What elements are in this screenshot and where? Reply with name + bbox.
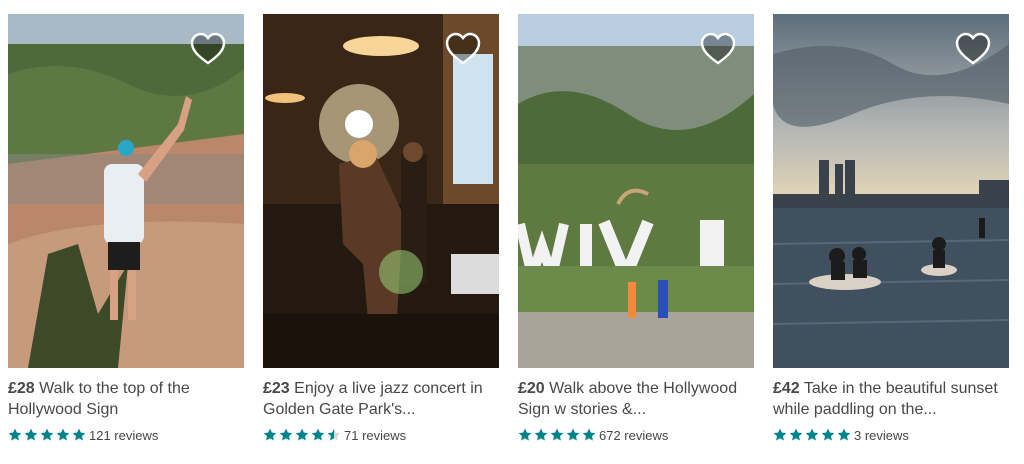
listing-card[interactable]: £23 Enjoy a live jazz concert in Golden … bbox=[263, 14, 499, 444]
listing-title-text: Walk to the top of the Hollywood Sign bbox=[8, 380, 190, 418]
favorite-heart-icon[interactable] bbox=[190, 32, 226, 66]
star-rating bbox=[773, 428, 853, 442]
star-full-icon bbox=[8, 428, 22, 441]
star-rating bbox=[518, 428, 598, 442]
listing-price: £28 bbox=[8, 380, 35, 397]
kayak-sunset-photo bbox=[773, 14, 1009, 368]
listing-price: £42 bbox=[773, 380, 800, 397]
favorite-heart-icon[interactable] bbox=[700, 32, 736, 66]
listing-rating: 672 reviews bbox=[518, 426, 754, 444]
star-full-icon bbox=[837, 428, 851, 441]
star-full-icon bbox=[582, 428, 596, 441]
listing-title[interactable]: £20 Walk above the Hollywood Sign w stor… bbox=[518, 378, 754, 420]
listing-title-text: Enjoy a live jazz concert in Golden Gate… bbox=[263, 380, 483, 418]
listing-title[interactable]: £23 Enjoy a live jazz concert in Golden … bbox=[263, 378, 499, 420]
review-count: 3 reviews bbox=[854, 427, 909, 443]
experience-listings-row: £28 Walk to the top of the Hollywood Sig… bbox=[0, 0, 1024, 464]
review-count: 672 reviews bbox=[599, 427, 669, 443]
star-full-icon bbox=[805, 428, 819, 441]
star-rating bbox=[263, 428, 343, 442]
listing-card[interactable]: £20 Walk above the Hollywood Sign w stor… bbox=[518, 14, 754, 444]
star-full-icon bbox=[550, 428, 564, 441]
star-full-icon bbox=[40, 428, 54, 441]
hiker-photo bbox=[8, 14, 244, 368]
star-full-icon bbox=[295, 428, 309, 441]
hollywood-sign-photo bbox=[518, 14, 754, 368]
star-full-icon bbox=[72, 428, 86, 441]
listing-rating: 3 reviews bbox=[773, 426, 1009, 444]
listing-photo[interactable] bbox=[263, 14, 499, 368]
listing-rating: 121 reviews bbox=[8, 426, 244, 444]
star-rating bbox=[8, 428, 88, 442]
star-full-icon bbox=[56, 428, 70, 441]
listing-title-text: Take in the beautiful sunset while paddl… bbox=[773, 380, 998, 418]
favorite-heart-icon[interactable] bbox=[955, 32, 991, 66]
listing-photo[interactable] bbox=[8, 14, 244, 368]
listing-price: £20 bbox=[518, 380, 545, 397]
star-full-icon bbox=[279, 428, 293, 441]
listing-rating: 71 reviews bbox=[263, 426, 499, 444]
listing-title-text: Walk above the Hollywood Sign w stories … bbox=[518, 380, 738, 418]
star-full-icon bbox=[263, 428, 277, 441]
star-full-icon bbox=[773, 428, 787, 441]
star-full-icon bbox=[518, 428, 532, 441]
star-full-icon bbox=[311, 428, 325, 441]
listing-photo[interactable] bbox=[518, 14, 754, 368]
star-full-icon bbox=[789, 428, 803, 441]
jazz-concert-photo bbox=[263, 14, 499, 368]
star-full-icon bbox=[24, 428, 38, 441]
star-full-icon bbox=[566, 428, 580, 441]
star-half-icon bbox=[327, 428, 341, 441]
review-count: 121 reviews bbox=[89, 427, 159, 443]
listing-price: £23 bbox=[263, 380, 290, 397]
star-full-icon bbox=[821, 428, 835, 441]
listing-title[interactable]: £28 Walk to the top of the Hollywood Sig… bbox=[8, 378, 244, 420]
listing-title[interactable]: £42 Take in the beautiful sunset while p… bbox=[773, 378, 1009, 420]
star-full-icon bbox=[534, 428, 548, 441]
listing-card[interactable]: £42 Take in the beautiful sunset while p… bbox=[773, 14, 1009, 444]
listing-card[interactable]: £28 Walk to the top of the Hollywood Sig… bbox=[8, 14, 244, 444]
listing-photo[interactable] bbox=[773, 14, 1009, 368]
review-count: 71 reviews bbox=[344, 427, 407, 443]
favorite-heart-icon[interactable] bbox=[445, 32, 481, 66]
